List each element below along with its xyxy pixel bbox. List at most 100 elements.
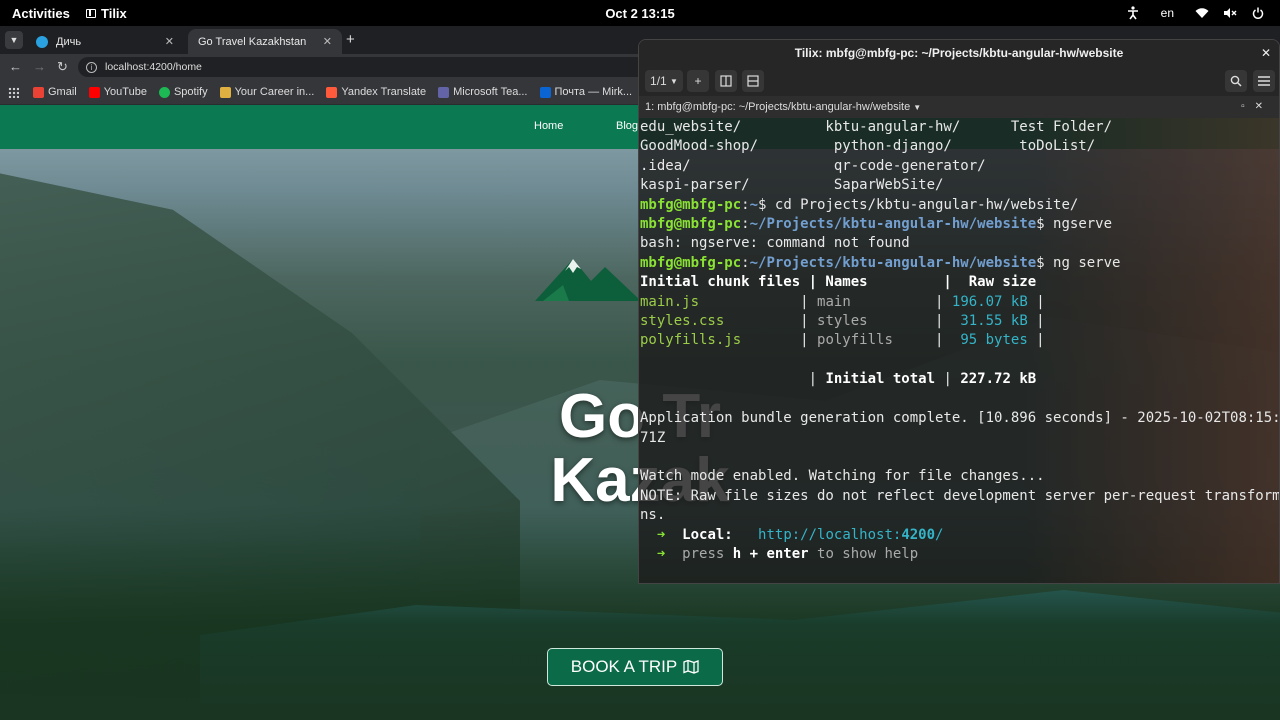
terminal-line: Watch mode enabled. Watching for file ch… — [640, 468, 1045, 485]
chunk-file: polyfills.js — [640, 332, 742, 349]
tab-go-travel[interactable]: Go Travel Kazakhstan ✕ — [188, 29, 342, 54]
youtube-icon — [88, 86, 100, 98]
apps-grid-icon[interactable] — [8, 86, 19, 98]
local-label: Local: — [682, 526, 733, 543]
yandex-translate-icon — [326, 86, 338, 98]
reload-icon[interactable]: ↻ — [57, 59, 68, 75]
terminal-line: ns. — [640, 507, 666, 524]
tab-dich[interactable]: Дичь ✕ — [26, 29, 184, 54]
total-size: 227.72 kB — [960, 371, 1037, 388]
session-switcher[interactable]: 1/1 ▼ — [645, 70, 683, 92]
forward-arrow-icon[interactable]: → — [33, 59, 46, 74]
bookmark-microsoft-teams[interactable]: Microsoft Tea... — [438, 86, 528, 98]
command-text: $ cd Projects/kbtu-angular-hw/website/ — [758, 196, 1079, 213]
prompt-user: mbfg@mbfg-pc — [640, 216, 742, 233]
bookmark-label: Почта — Mirk... — [554, 86, 633, 98]
chunk-name: styles — [817, 313, 868, 330]
teams-icon — [438, 86, 450, 98]
wifi-icon[interactable] — [1194, 5, 1210, 21]
back-arrow-icon[interactable]: ← — [9, 59, 22, 74]
tilix-toolbar: 1/1 ▼ + — [639, 66, 1279, 96]
bookmark-label: Spotify — [173, 86, 208, 98]
nav-link-blog[interactable]: Blog — [616, 120, 638, 132]
local-url-slash: / — [935, 526, 944, 543]
tilix-window: Tilix: mbfg@mbfg-pc: ~/Projects/kbtu-ang… — [638, 39, 1280, 584]
terminal-line: bash: ngserve: command not found — [640, 235, 910, 252]
help-text: to show help — [808, 545, 919, 562]
chunk-name: main — [817, 293, 851, 310]
command-text: $ ngserve — [1036, 216, 1113, 233]
chunk-size: 95 bytes — [960, 332, 1028, 349]
prompt-path: ~ — [749, 196, 759, 213]
bookmark-mail[interactable]: Почта — Mirk... — [539, 86, 633, 98]
telegram-icon — [36, 35, 48, 48]
map-icon — [683, 660, 699, 674]
tab-title: Дичь — [56, 35, 82, 48]
add-session-button[interactable]: + — [687, 70, 709, 92]
chunk-size: 196.07 kB — [951, 293, 1028, 310]
total-label: Initial total — [825, 371, 936, 388]
hamburger-menu-icon[interactable] — [1253, 70, 1275, 92]
session-label: 1/1 — [650, 74, 667, 88]
local-url-link[interactable]: http://localhost:4200/ — [758, 527, 943, 543]
terminal-header[interactable]: 1: mbfg@mbfg-pc: ~/Projects/kbtu-angular… — [639, 96, 1279, 118]
bookmark-yandex-translate[interactable]: Yandex Translate — [326, 86, 426, 98]
prompt-path: ~/Projects/kbtu-angular-hw/website — [749, 254, 1037, 271]
new-tab-button[interactable]: + — [346, 31, 355, 48]
site-info-icon[interactable]: i — [86, 61, 97, 73]
help-key: h + enter — [732, 545, 809, 562]
chunk-name: polyfills — [817, 332, 893, 349]
split-right-icon[interactable] — [715, 70, 737, 92]
split-down-icon[interactable] — [742, 70, 764, 92]
chunk-row: styles.css | styles | 31.55 kB | — [640, 313, 1045, 330]
arrow-right-icon: ➜ — [640, 545, 683, 562]
power-icon[interactable] — [1250, 5, 1266, 21]
outlook-icon — [539, 86, 551, 98]
tab-search-chevron-icon[interactable]: ▼ — [5, 31, 23, 49]
chunk-row: polyfills.js | polyfills | 95 bytes | — [640, 332, 1045, 349]
close-terminal-icon[interactable]: ✕ — [1255, 101, 1273, 112]
command-text: $ ng serve — [1036, 254, 1121, 271]
url-text: localhost:4200/home — [105, 61, 202, 73]
terminal-line: mbfg@mbfg-pc:~/Projects/kbtu-angular-hw/… — [640, 216, 1113, 233]
chunk-file: main.js — [640, 293, 700, 310]
terminal-output[interactable]: edu_website/ kbtu-angular-hw/ Test Folde… — [640, 118, 1280, 583]
close-tab-icon[interactable]: ✕ — [165, 35, 174, 48]
clock[interactable]: Oct 2 13:15 — [0, 6, 1280, 21]
bookmark-label: Microsoft Tea... — [453, 86, 528, 98]
book-a-trip-button[interactable]: BOOK A TRIP — [547, 648, 723, 686]
window-close-icon[interactable]: ✕ — [1261, 40, 1271, 66]
maximize-terminal-icon[interactable]: ▫ — [1241, 101, 1255, 112]
spotify-icon — [158, 86, 170, 98]
book-button-label: BOOK A TRIP — [570, 657, 678, 676]
address-bar[interactable]: i localhost:4200/home — [78, 57, 658, 77]
nav-link-home[interactable]: Home — [534, 120, 563, 132]
system-tray[interactable]: en — [1125, 5, 1266, 21]
chunk-file: styles.css — [640, 313, 725, 330]
bookmark-career[interactable]: Your Career in... — [219, 86, 314, 98]
bookmark-gmail[interactable]: Gmail — [33, 86, 77, 98]
tab-title: Go Travel Kazakhstan — [198, 35, 307, 48]
tilix-titlebar[interactable]: Tilix: mbfg@mbfg-pc: ~/Projects/kbtu-ang… — [639, 40, 1279, 66]
bookmark-youtube[interactable]: YouTube — [88, 86, 147, 98]
chevron-down-icon[interactable]: ▼ — [913, 103, 921, 112]
language-indicator[interactable]: en — [1161, 6, 1174, 20]
accessibility-icon[interactable] — [1125, 5, 1141, 21]
chunk-row: main.js | main | 196.07 kB | — [640, 293, 1045, 310]
prompt-user: mbfg@mbfg-pc — [640, 196, 742, 213]
help-line: ➜ press h + enter to show help — [640, 545, 1279, 564]
terminal-line: Application bundle generation complete. … — [640, 410, 1280, 427]
gnome-top-bar: Activities Tilix Oct 2 13:15 en — [0, 0, 1280, 26]
local-url-port: 4200 — [901, 526, 936, 543]
help-text: press — [682, 545, 733, 562]
search-icon[interactable] — [1225, 70, 1247, 92]
close-tab-icon[interactable]: ✕ — [323, 35, 332, 48]
terminal-line: 71Z — [640, 429, 666, 446]
volume-muted-icon[interactable] — [1222, 5, 1238, 21]
chunk-table-header: Initial chunk files | Names | Raw size — [640, 274, 1037, 291]
bookmark-label: Yandex Translate — [341, 86, 427, 98]
terminal-line: .idea/ qr-code-generator/ — [640, 157, 986, 174]
terminal-title: 1: mbfg@mbfg-pc: ~/Projects/kbtu-angular… — [645, 101, 911, 113]
bookmark-spotify[interactable]: Spotify — [158, 86, 208, 98]
chunk-size: 31.55 kB — [960, 313, 1028, 330]
